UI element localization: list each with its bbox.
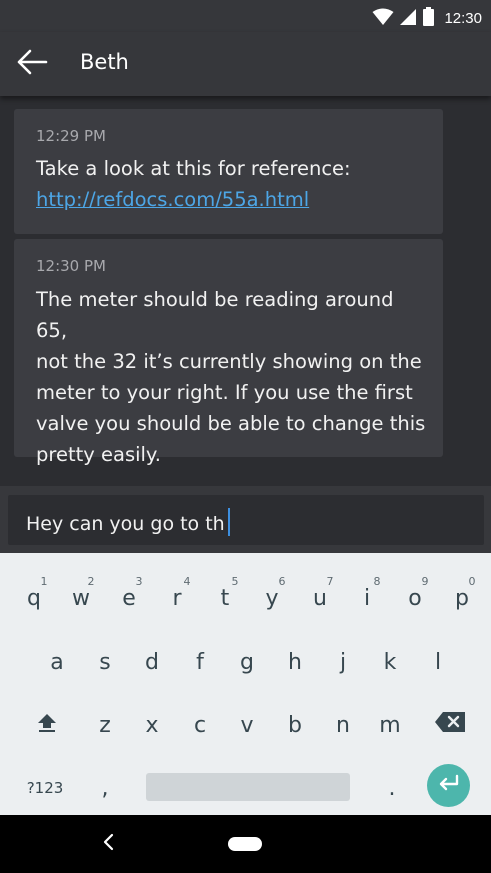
status-time: 12:30 bbox=[444, 10, 482, 27]
key-g[interactable]: g bbox=[225, 637, 269, 687]
shift-icon bbox=[35, 710, 59, 740]
message-bubble: 12:29 PM Take a look at this for referen… bbox=[14, 109, 443, 234]
message-line: meter to your right. If you use the firs… bbox=[36, 381, 413, 404]
key-w[interactable]: 2w bbox=[59, 573, 103, 623]
message-line: The meter should be reading around 65, bbox=[36, 288, 394, 342]
message-list[interactable]: 12:29 PM Take a look at this for referen… bbox=[0, 96, 491, 486]
key-q[interactable]: 1q bbox=[12, 573, 56, 623]
key-label: q bbox=[27, 585, 41, 611]
message-text: The meter should be reading around 65, n… bbox=[36, 284, 428, 470]
key-label: t bbox=[220, 585, 230, 611]
status-bar: 12:30 bbox=[0, 0, 491, 32]
key-u[interactable]: 7u bbox=[298, 573, 342, 623]
nav-back-button[interactable] bbox=[96, 830, 120, 858]
text-caret bbox=[227, 508, 230, 536]
key-h[interactable]: h bbox=[273, 637, 317, 687]
key-label: e bbox=[122, 585, 136, 611]
key-c[interactable]: c bbox=[178, 700, 222, 750]
key-j[interactable]: j bbox=[321, 637, 365, 687]
key-l[interactable]: l bbox=[416, 637, 460, 687]
key-x[interactable]: x bbox=[130, 700, 174, 750]
key-label: p bbox=[455, 585, 469, 611]
key-k[interactable]: k bbox=[368, 637, 412, 687]
nav-home-button[interactable] bbox=[228, 837, 262, 851]
compose-bar: Hey can you go to th bbox=[0, 486, 491, 553]
backspace-key[interactable] bbox=[428, 700, 472, 750]
key-m[interactable]: m bbox=[368, 700, 412, 750]
key-comma[interactable]: , bbox=[83, 763, 127, 813]
key-t[interactable]: 5t bbox=[203, 573, 247, 623]
message-line: pretty easily. bbox=[36, 443, 161, 466]
key-label: w bbox=[72, 585, 90, 611]
key-label: r bbox=[172, 585, 182, 611]
key-d[interactable]: d bbox=[130, 637, 174, 687]
message-input[interactable]: Hey can you go to th bbox=[8, 495, 484, 545]
key-z[interactable]: z bbox=[83, 700, 127, 750]
key-n[interactable]: n bbox=[321, 700, 365, 750]
key-i[interactable]: 8i bbox=[345, 573, 389, 623]
chevron-left-icon bbox=[102, 833, 114, 855]
key-r[interactable]: 4r bbox=[155, 573, 199, 623]
key-s[interactable]: s bbox=[83, 637, 127, 687]
message-input-text: Hey can you go to th bbox=[26, 508, 230, 536]
key-b[interactable]: b bbox=[273, 700, 317, 750]
cell-signal-icon bbox=[400, 8, 417, 30]
enter-key[interactable] bbox=[427, 764, 470, 807]
key-hint: 0 bbox=[468, 575, 476, 588]
message-link[interactable]: http://refdocs.com/55a.html bbox=[36, 184, 428, 215]
key-y[interactable]: 6y bbox=[250, 573, 294, 623]
status-icons: 12:30 bbox=[372, 7, 482, 30]
battery-icon bbox=[423, 7, 435, 30]
key-e[interactable]: 3e bbox=[107, 573, 151, 623]
system-nav-bar bbox=[0, 815, 491, 873]
message-timestamp: 12:30 PM bbox=[36, 257, 106, 275]
key-label: i bbox=[363, 585, 371, 611]
enter-icon bbox=[437, 774, 461, 798]
backspace-icon bbox=[434, 711, 466, 739]
key-label: u bbox=[313, 585, 327, 611]
message-line: not the 32 it’s currently showing on the bbox=[36, 350, 422, 373]
keyboard: 1q 2w 3e 4r 5t 6y 7u 8i 9o 0p a s d f g … bbox=[0, 553, 491, 815]
message-timestamp: 12:29 PM bbox=[36, 127, 106, 145]
key-label: o bbox=[408, 585, 422, 611]
app-bar: Beth bbox=[0, 32, 491, 96]
back-button[interactable] bbox=[12, 46, 52, 82]
shift-key[interactable] bbox=[25, 700, 69, 750]
space-key[interactable] bbox=[146, 773, 350, 801]
message-line: valve you should be able to change this bbox=[36, 412, 426, 435]
key-v[interactable]: v bbox=[225, 700, 269, 750]
message-body: Take a look at this for reference: bbox=[36, 157, 351, 180]
key-a[interactable]: a bbox=[35, 637, 79, 687]
arrow-left-icon bbox=[16, 49, 48, 79]
key-f[interactable]: f bbox=[178, 637, 222, 687]
key-p[interactable]: 0p bbox=[440, 573, 484, 623]
message-bubble: 12:30 PM The meter should be reading aro… bbox=[14, 239, 443, 466]
symbols-key[interactable]: ?123 bbox=[23, 763, 67, 813]
key-label: y bbox=[265, 585, 279, 611]
key-period[interactable]: . bbox=[370, 763, 414, 813]
message-input-value: Hey can you go to th bbox=[26, 513, 225, 535]
message-text: Take a look at this for reference: http:… bbox=[36, 153, 428, 215]
wifi-icon bbox=[372, 8, 394, 30]
contact-name: Beth bbox=[80, 50, 129, 74]
key-o[interactable]: 9o bbox=[393, 573, 437, 623]
